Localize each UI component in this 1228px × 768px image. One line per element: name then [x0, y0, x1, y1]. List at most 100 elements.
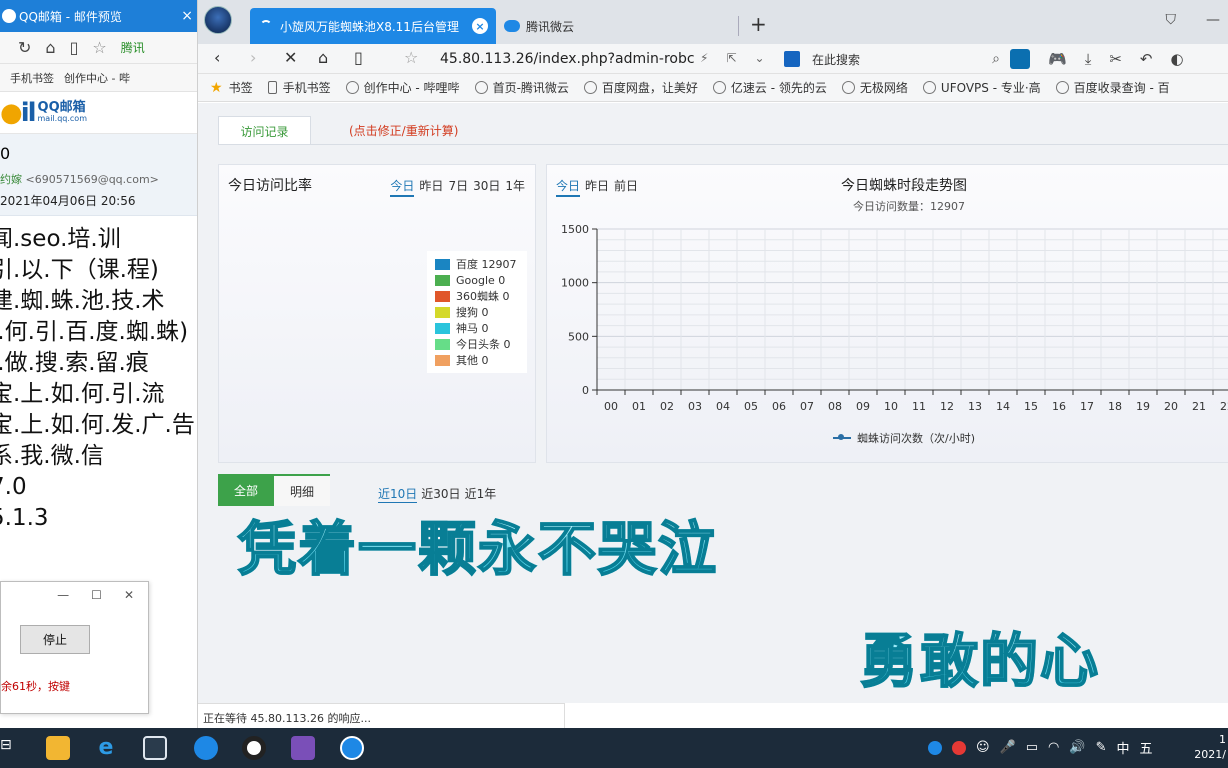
- bookmark-mobile[interactable]: 手机书签: [267, 79, 331, 96]
- period-30d[interactable]: 30日: [473, 177, 500, 197]
- search-icon[interactable]: ⌕: [992, 51, 1000, 67]
- address-bar[interactable]: 45.80.113.26/index.php?admin-robc: [440, 51, 695, 67]
- range-10d[interactable]: 近10日: [378, 485, 418, 503]
- tray-volume-icon[interactable]: 🔊: [1069, 740, 1085, 755]
- bookmark-item[interactable]: 首页-腾讯微云: [474, 79, 569, 96]
- favorite-star-icon[interactable]: ☆: [92, 38, 106, 57]
- record-icon[interactable]: [242, 736, 266, 760]
- stop-button[interactable]: 停止: [20, 625, 90, 654]
- tray-pen-icon[interactable]: ✎: [1096, 740, 1107, 755]
- period-yesterday[interactable]: 昨日: [419, 177, 443, 197]
- file-explorer-icon[interactable]: [46, 736, 70, 760]
- left-bookmark-creator[interactable]: 创作中心 - 哔: [64, 70, 130, 86]
- forward-icon[interactable]: ›: [250, 48, 256, 67]
- pie-legend-item[interactable]: 360蜘蛛 0: [435, 288, 527, 304]
- tray-battery-icon[interactable]: ▭: [1026, 740, 1038, 755]
- bookmark-folder[interactable]: ★ 书签: [210, 79, 253, 96]
- share-icon[interactable]: ⇱: [726, 51, 736, 65]
- left-window-close-icon[interactable]: ×: [181, 8, 193, 24]
- trend-legend[interactable]: 蜘蛛访问次数（次/小时): [833, 430, 975, 446]
- tab-close-icon[interactable]: ×: [472, 18, 488, 34]
- home-icon[interactable]: ⌂: [318, 48, 328, 67]
- bookmark-item[interactable]: 创作中心 - 哔哩哔: [345, 79, 460, 96]
- legend-line-swatch: [833, 434, 851, 440]
- minimize-window-icon[interactable]: —: [1206, 12, 1220, 28]
- minimize-icon[interactable]: —: [57, 588, 69, 602]
- task-view-icon[interactable]: ⊟: [0, 737, 12, 753]
- tab-separator: [738, 16, 739, 36]
- chevron-down-icon[interactable]: ⌄: [755, 51, 765, 65]
- taskbar-clock[interactable]: 1 2021/: [1194, 732, 1226, 762]
- globe-icon: [922, 81, 936, 94]
- download-icon[interactable]: ⤓: [1085, 50, 1092, 68]
- left-partial-tab[interactable]: 腾讯: [121, 39, 145, 56]
- ime-mode[interactable]: 五: [1140, 738, 1153, 757]
- pie-legend-item[interactable]: Google 0: [435, 272, 527, 288]
- extension-app-icon[interactable]: [1010, 49, 1030, 69]
- tab-spider-pool-admin[interactable]: 小旋风万能蜘蛛池X8.11后台管理 ×: [250, 8, 496, 44]
- countdown-text: 余61秒，按键: [1, 680, 70, 693]
- remote-desktop-icon[interactable]: [143, 736, 167, 760]
- trend-period-yesterday[interactable]: 昨日: [585, 177, 609, 197]
- period-7d[interactable]: 7日: [448, 177, 468, 197]
- reader-icon[interactable]: ▯: [70, 38, 79, 57]
- tray-wifi-icon[interactable]: ◠: [1048, 740, 1059, 755]
- pie-legend-item[interactable]: 神马 0: [435, 320, 527, 336]
- user-avatar[interactable]: [204, 6, 232, 34]
- stop-loading-icon[interactable]: ✕: [284, 48, 297, 67]
- bookmark-item[interactable]: UFOVPS - 专业·高: [922, 79, 1041, 96]
- mail-sender-name[interactable]: 约嫁: [0, 173, 22, 186]
- dark-mode-icon[interactable]: ◐: [1170, 50, 1183, 68]
- left-bookmark-mobile[interactable]: 手机书签: [10, 70, 54, 86]
- bookmark-item[interactable]: 百度收录查询 - 百: [1055, 79, 1170, 96]
- maximize-icon[interactable]: ☐: [91, 588, 102, 602]
- tray-k-icon[interactable]: [928, 740, 942, 755]
- clock-date: 2021/: [1194, 748, 1226, 761]
- undo-icon[interactable]: ↶: [1140, 50, 1153, 68]
- trend-chart-subtitle: 今日访问数量：12907: [853, 200, 965, 213]
- gamepad-icon[interactable]: 🎮: [1048, 50, 1067, 68]
- visit-ratio-title: 今日访问比率: [228, 178, 312, 194]
- range-30d[interactable]: 近30日: [421, 485, 460, 503]
- shirt-skin-icon[interactable]: ⛉: [1166, 12, 1177, 28]
- scissors-icon[interactable]: ✂: [1109, 50, 1122, 68]
- tray-record-icon[interactable]: [952, 740, 966, 755]
- x-tick-label: 15: [1024, 400, 1038, 413]
- range-1y[interactable]: 近1年: [465, 485, 497, 503]
- trend-period-day-before[interactable]: 前日: [614, 177, 638, 197]
- period-1y[interactable]: 1年: [505, 177, 525, 197]
- tray-person-icon[interactable]: ☺: [976, 740, 990, 755]
- recalculate-link[interactable]: (点击修正/重新计算): [349, 122, 458, 139]
- back-icon[interactable]: ‹: [214, 48, 220, 67]
- tab-visit-records[interactable]: 访问记录: [218, 116, 311, 145]
- legend-swatch: [435, 274, 450, 286]
- bookmark-item[interactable]: 百度网盘，让美好: [583, 79, 698, 96]
- legend-label: 其他 0: [456, 354, 489, 367]
- bookmark-item[interactable]: 无极网络: [841, 79, 908, 96]
- k-app-icon[interactable]: [340, 736, 364, 760]
- close-icon[interactable]: ✕: [124, 588, 134, 602]
- trend-period-today[interactable]: 今日: [556, 177, 581, 197]
- period-today[interactable]: 今日: [390, 177, 415, 197]
- pie-legend-item[interactable]: 搜狗 0: [435, 304, 527, 320]
- new-tab-icon[interactable]: +: [750, 12, 767, 36]
- favorite-star-icon[interactable]: ☆: [404, 48, 418, 67]
- legend-label: 今日头条 0: [456, 338, 511, 351]
- tray-mic-icon[interactable]: 🎤: [1000, 740, 1016, 755]
- lightning-icon[interactable]: ⚡: [700, 51, 708, 65]
- refresh-icon[interactable]: ↻: [18, 38, 31, 57]
- ie-browser-icon[interactable]: e: [94, 736, 118, 760]
- globe-icon: [841, 81, 855, 94]
- home-icon[interactable]: ⌂: [45, 38, 55, 57]
- pie-legend-item[interactable]: 其他 0: [435, 352, 527, 368]
- bookmark-item[interactable]: 亿速云 - 领先的云: [712, 79, 827, 96]
- editor-app-icon[interactable]: [291, 736, 315, 760]
- ime-language[interactable]: 中: [1116, 738, 1129, 757]
- tab-weiyun[interactable]: 腾讯微云: [504, 14, 574, 38]
- browser-taskbar-icon[interactable]: [194, 736, 218, 760]
- reader-mode-icon[interactable]: ▯: [354, 48, 363, 67]
- pie-legend-item[interactable]: 今日头条 0: [435, 336, 527, 352]
- system-tray: ☺ 🎤 ▭ ◠ 🔊 ✎ 中 五: [928, 738, 1153, 757]
- pie-legend-item[interactable]: 百度 12907: [435, 256, 527, 272]
- search-input[interactable]: 在此搜索 ⌕: [784, 47, 1000, 71]
